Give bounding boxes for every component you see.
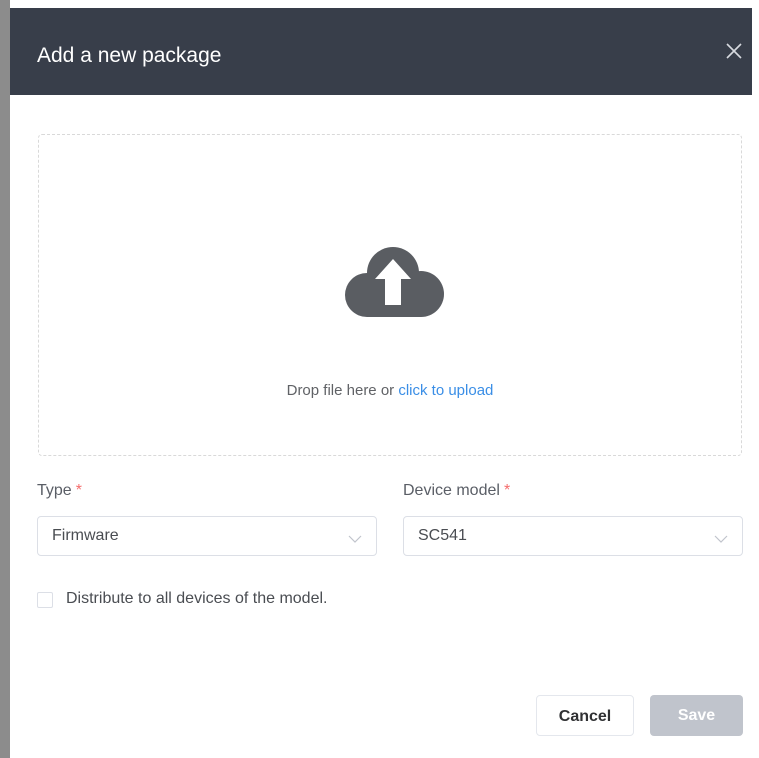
distribute-checkbox[interactable] — [37, 592, 53, 608]
dropzone-text: Drop file here or click to upload — [39, 382, 741, 399]
device-model-select[interactable]: SC541 — [403, 516, 743, 556]
device-model-select-value: SC541 — [418, 527, 467, 544]
required-mark: * — [75, 482, 82, 499]
dialog-title: Add a new package — [37, 44, 222, 67]
cancel-button[interactable]: Cancel — [536, 695, 634, 736]
distribute-checkbox-label[interactable]: Distribute to all devices of the model. — [66, 590, 327, 608]
close-icon[interactable] — [722, 39, 746, 63]
device-model-label: Device model * — [403, 482, 510, 500]
upload-link[interactable]: click to upload — [398, 382, 493, 399]
cloud-upload-icon — [336, 242, 448, 322]
required-mark: * — [503, 482, 511, 499]
type-label-text: Type — [37, 482, 72, 499]
window-frame-right — [752, 0, 759, 758]
file-dropzone[interactable]: Drop file here or click to upload — [38, 134, 742, 456]
window-frame-top — [0, 0, 759, 8]
device-model-label-text: Device model — [403, 482, 500, 499]
chevron-down-icon — [714, 531, 728, 549]
save-button[interactable]: Save — [650, 695, 743, 736]
type-select[interactable]: Firmware — [37, 516, 377, 556]
window-frame-left — [0, 0, 10, 758]
dropzone-hint: Drop file here or — [286, 382, 399, 399]
add-package-dialog: Add a new package Drop file here or clic… — [10, 8, 752, 758]
type-label: Type * — [37, 482, 82, 500]
chevron-down-icon — [348, 531, 362, 549]
dialog-header: Add a new package — [10, 8, 752, 95]
type-select-value: Firmware — [52, 527, 119, 544]
